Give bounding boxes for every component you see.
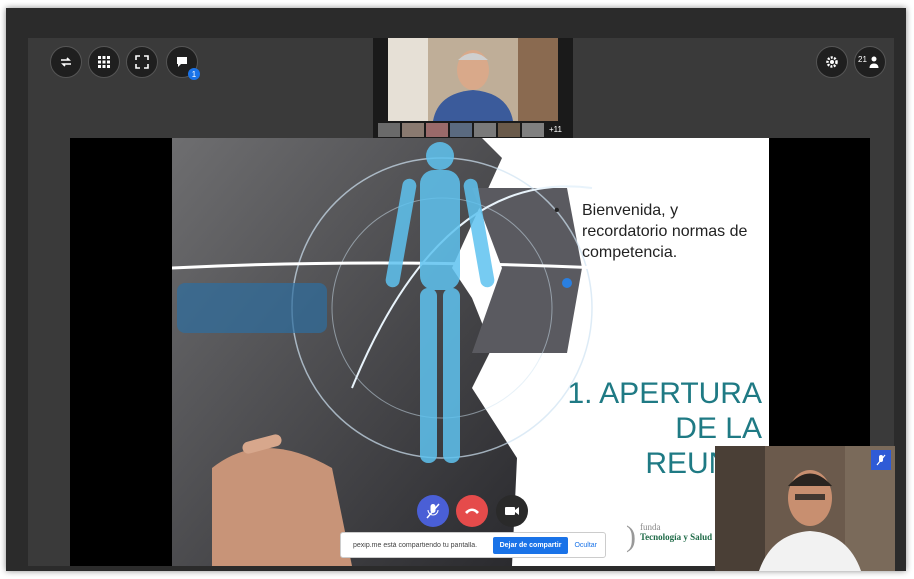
fullscreen-button[interactable] (126, 46, 158, 78)
settings-button[interactable] (816, 46, 848, 78)
thumbnail[interactable] (498, 123, 520, 137)
thumbnail[interactable] (426, 123, 448, 137)
title-line-1: 1. APERTURA (567, 377, 762, 410)
meeting-window: 1 21 +11 • Bienvenida, y recordatorio no… (28, 38, 895, 571)
phone-hangup-icon (465, 508, 479, 514)
screenshot-frame: 1 21 +11 • Bienvenida, y recordatorio no… (6, 8, 906, 571)
logo-bottom-text: Tecnología y Salud (640, 532, 713, 542)
self-view-video[interactable] (715, 446, 895, 571)
thumbnail[interactable] (474, 123, 496, 137)
grid-icon (98, 56, 110, 68)
thumbnail[interactable] (402, 123, 424, 137)
mute-button[interactable] (417, 495, 449, 527)
hide-banner-button[interactable]: Ocultar (574, 542, 597, 549)
filmstrip: +11 (373, 38, 573, 138)
camera-button[interactable] (496, 495, 528, 527)
hangup-button[interactable] (456, 495, 488, 527)
switch-icon (61, 57, 71, 67)
gear-icon (826, 56, 838, 68)
participant-thumbnails: +11 (378, 123, 562, 137)
slide-logo: ) funda Tecnología y Salud (626, 520, 713, 553)
bullet-text: Bienvenida, y recordatorio normas de com… (582, 202, 748, 261)
thumbnail[interactable] (378, 123, 400, 137)
slide-bullet-list: • Bienvenida, y recordatorio normas de c… (554, 200, 757, 263)
title-line-2: DE LA (675, 412, 762, 445)
pip-mic-indicator (871, 450, 891, 470)
logo-top-text: funda (640, 522, 661, 532)
thumbnail[interactable] (522, 123, 544, 137)
chat-button[interactable]: 1 (166, 46, 200, 80)
switch-camera-button[interactable] (50, 46, 82, 78)
logo-bracket: ) (626, 520, 636, 553)
thumbnail[interactable] (450, 123, 472, 137)
more-participants-label[interactable]: +11 (546, 123, 562, 137)
share-message: pexip.me está compartiendo tu pantalla. (353, 541, 478, 549)
chat-badge: 1 (188, 68, 200, 80)
expand-icon (135, 55, 149, 69)
mic-off-icon (876, 454, 886, 466)
active-speaker-video[interactable] (388, 38, 558, 121)
participants-count: 21 (858, 55, 867, 64)
stop-sharing-button[interactable]: Dejar de compartir (492, 536, 569, 554)
video-icon (505, 507, 519, 515)
participants-button[interactable]: 21 (854, 46, 886, 78)
chat-icon (177, 57, 187, 67)
person-icon (869, 56, 879, 68)
bullet-dot: • (554, 202, 560, 219)
grid-view-button[interactable] (88, 46, 120, 78)
screen-share-banner: pexip.me está compartiendo tu pantalla. … (340, 532, 606, 558)
mic-off-icon (426, 503, 440, 519)
